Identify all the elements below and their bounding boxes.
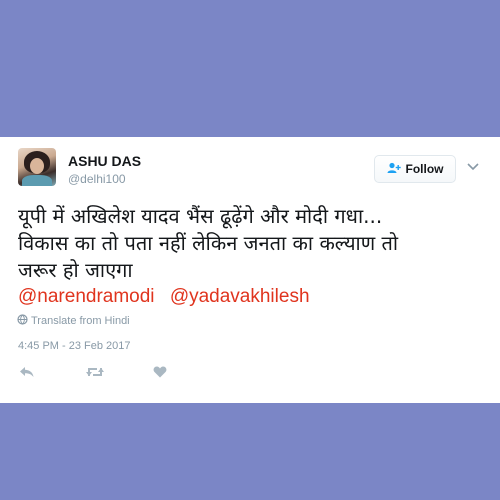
avatar-shirt xyxy=(22,175,52,186)
follow-button-label: Follow xyxy=(405,162,444,176)
like-icon[interactable] xyxy=(152,365,168,379)
avatar-face xyxy=(30,158,44,174)
add-user-icon xyxy=(387,162,401,177)
user-handle[interactable]: @delhi100 xyxy=(68,172,126,186)
mentions: @narendramodi @yadavakhilesh xyxy=(18,286,320,308)
chevron-down-icon[interactable] xyxy=(466,161,480,173)
mention-link[interactable]: @narendramodi xyxy=(18,286,155,307)
globe-icon xyxy=(17,314,28,328)
user-name[interactable]: ASHU DAS xyxy=(68,153,141,169)
reply-icon[interactable] xyxy=(18,365,36,379)
tweet-timestamp[interactable]: 4:45 PM - 23 Feb 2017 xyxy=(18,340,131,352)
translate-link[interactable]: Translate from Hindi xyxy=(17,314,130,328)
tweet-text: यूपी में अखिलेश यादव भैंस ढूढ़ेंगे और मो… xyxy=(18,204,399,282)
retweet-icon[interactable] xyxy=(85,365,105,379)
avatar[interactable] xyxy=(18,148,56,186)
mention-link[interactable]: @yadavakhilesh xyxy=(170,286,310,307)
follow-button[interactable]: Follow xyxy=(374,155,456,183)
translate-label: Translate from Hindi xyxy=(31,315,130,327)
